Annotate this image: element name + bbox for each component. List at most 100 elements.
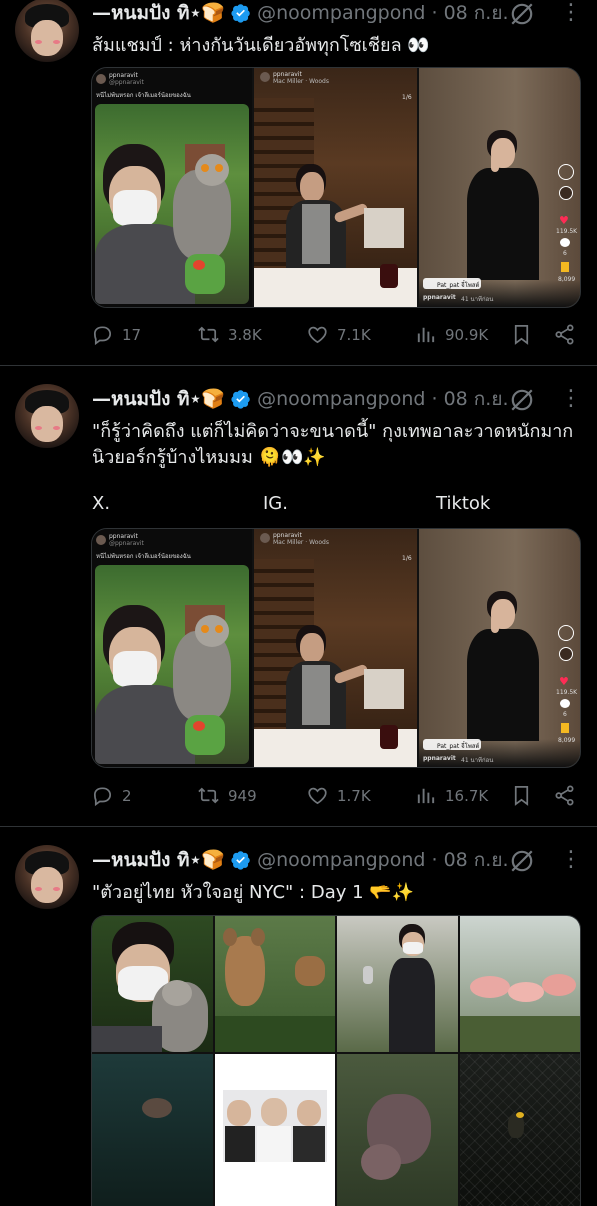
views-icon — [417, 788, 435, 804]
media-collage[interactable]: ppnaravit @ppnaravit หนีไม่พ้นหรอก เจ้าล… — [91, 528, 581, 768]
display-name[interactable]: —หนมปัง ทิ⋆🍞 — [92, 384, 225, 414]
tweet-text: "ตัวอยู่ไทย หัวใจอยู่ NYC" : Day 1 🫳✨ — [92, 882, 415, 903]
handle[interactable]: @noompangpond — [257, 849, 425, 871]
ig-user: ppnaravit — [273, 71, 302, 78]
tiktok-comments: 6 — [563, 250, 567, 257]
reply-count: 17 — [122, 325, 142, 344]
handle[interactable]: @noompangpond — [257, 388, 425, 410]
label-x: X. — [92, 493, 111, 514]
ig-counter: 1/6 — [402, 94, 412, 101]
reply-button[interactable]: 2 — [91, 784, 132, 807]
handle[interactable]: @noompangpond — [257, 2, 425, 24]
x-post-handle: @ppnaravit — [109, 79, 144, 86]
bookmark-button[interactable] — [510, 784, 541, 807]
photo-lemur[interactable] — [92, 916, 213, 1052]
x-post-user: ppnaravit — [109, 533, 138, 540]
photo-group[interactable] — [215, 1054, 335, 1206]
tweet-2[interactable]: —หนมปัง ทิ⋆🍞 @noompangpond · 08 ก.ย. ⋮ "… — [0, 366, 597, 826]
bookmark-icon — [514, 786, 529, 806]
reply-count: 2 — [122, 786, 132, 805]
grok-icon[interactable] — [509, 1, 535, 27]
tiktok-likes: 119.5K — [556, 228, 578, 235]
tiktok-heart-icon: ♥ — [559, 675, 569, 688]
tweet-text: ส้มแชมป์ : ห่างกันวันเดียวอัพทุกโซเชียล … — [92, 35, 430, 56]
label-tiktok: Tiktok — [436, 493, 491, 514]
more-options-icon[interactable]: ⋮ — [560, 386, 582, 411]
avatar[interactable] — [15, 0, 79, 62]
x-screenshot[interactable]: ppnaravit @ppnaravit หนีไม่พ้นหรอก เจ้าล… — [92, 68, 252, 307]
x-post-caption: หนีไม่พ้นหรอก เจ้าลีเมอร์น้อยของฉัน — [96, 92, 191, 99]
photo-water[interactable] — [92, 1054, 213, 1206]
post-date[interactable]: · 08 ก.ย. — [431, 845, 508, 875]
photo-flamingo[interactable] — [460, 916, 580, 1052]
views-count: 16.7K — [445, 786, 489, 805]
display-name[interactable]: —หนมปัง ทิ⋆🍞 — [92, 845, 225, 875]
views-button[interactable]: 90.9K — [414, 323, 488, 346]
tweet-1[interactable]: —หนมปัง ทิ⋆🍞 @noompangpond · 08 ก.ย. ⋮ ส… — [0, 0, 597, 365]
tiktok-screenshot[interactable]: ♥ 119.5K 6 8,099 Pat_pat จี๋โพสต์ ppnara… — [419, 529, 580, 767]
ig-screenshot[interactable]: ppnaravit Mac Miller · Woods 1/6 — [254, 68, 417, 307]
label-ig: IG. — [263, 493, 288, 514]
tiktok-screenshot[interactable]: ♥ 119.5K 6 8,099 Pat_pat จี๋โพสต์ ppnara… — [419, 68, 580, 307]
display-name[interactable]: —หนมปัง ทิ⋆🍞 — [92, 0, 225, 28]
bookmark-button[interactable] — [510, 323, 541, 346]
tiktok-likes: 119.5K — [556, 689, 578, 696]
heart-icon — [308, 326, 327, 344]
tiktok-tag: Pat_pat จี๋โพสต์ — [437, 282, 480, 289]
photo-man-walk[interactable] — [337, 916, 458, 1052]
grok-icon[interactable] — [509, 387, 535, 413]
reply-icon — [93, 787, 112, 807]
reply-icon — [93, 326, 112, 346]
like-button[interactable]: 1.7K — [306, 784, 371, 807]
more-options-icon[interactable]: ⋮ — [560, 847, 582, 872]
tweet-header: —หนมปัง ทิ⋆🍞 @noompangpond · 08 ก.ย. — [92, 846, 509, 874]
verified-badge-icon — [231, 851, 250, 870]
like-button[interactable]: 7.1K — [306, 323, 371, 346]
photo-deer[interactable] — [215, 916, 335, 1052]
photo-grid[interactable] — [91, 915, 581, 1206]
avatar[interactable] — [15, 384, 79, 448]
repost-count: 949 — [228, 786, 257, 805]
tiktok-user: ppnaravit — [423, 294, 456, 301]
tweet-text-line-2: นิวยอร์กรู้บ้างไหมมม 🫠👀✨ — [92, 447, 326, 468]
views-button[interactable]: 16.7K — [414, 784, 488, 807]
repost-icon — [198, 326, 219, 343]
tiktok-time: 41 นาทีก่อน — [461, 757, 494, 764]
x-screenshot[interactable]: ppnaravit @ppnaravit หนีไม่พ้นหรอก เจ้าล… — [92, 529, 252, 767]
tiktok-comments: 6 — [563, 711, 567, 718]
share-button[interactable] — [553, 784, 584, 807]
reply-button[interactable]: 17 — [91, 323, 141, 346]
more-options-icon[interactable]: ⋮ — [560, 0, 582, 25]
views-count: 90.9K — [445, 325, 489, 344]
post-date[interactable]: · 08 ก.ย. — [431, 0, 508, 28]
tiktok-saves: 8,099 — [558, 737, 576, 744]
ig-user: ppnaravit — [273, 532, 302, 539]
media-collage[interactable]: ppnaravit @ppnaravit หนีไม่พ้นหรอก เจ้าล… — [91, 67, 581, 308]
x-post-user: ppnaravit — [109, 72, 138, 79]
tiktok-user: ppnaravit — [423, 755, 456, 762]
avatar[interactable] — [15, 845, 79, 909]
heart-icon — [308, 787, 327, 805]
grok-icon[interactable] — [509, 848, 535, 874]
share-icon — [555, 324, 574, 345]
tweet-header: —หนมปัง ทิ⋆🍞 @noompangpond · 08 ก.ย. — [92, 385, 509, 413]
share-icon — [555, 785, 574, 806]
verified-badge-icon — [231, 4, 250, 23]
photo-hippo[interactable] — [337, 1054, 458, 1206]
post-date[interactable]: · 08 ก.ย. — [431, 384, 508, 414]
tweet-3[interactable]: —หนมปัง ทิ⋆🍞 @noompangpond · 08 ก.ย. ⋮ "… — [0, 827, 597, 1206]
photo-aviary[interactable] — [460, 1054, 580, 1206]
tiktok-time: 41 นาทีก่อน — [461, 296, 494, 303]
share-button[interactable] — [553, 323, 584, 346]
repost-button[interactable]: 3.8K — [197, 323, 262, 346]
tiktok-tag: Pat_pat จี๋โพสต์ — [437, 743, 480, 750]
repost-button[interactable]: 949 — [197, 784, 257, 807]
ig-screenshot[interactable]: ppnaravit Mac Miller · Woods 1/6 — [254, 529, 417, 767]
repost-count: 3.8K — [228, 325, 262, 344]
tweet-actions: 17 3.8K 7.1K 90.9K — [91, 323, 581, 351]
like-count: 7.1K — [337, 325, 371, 344]
ig-music: Mac Miller · Woods — [273, 78, 329, 85]
tweet-header: —หนมปัง ทิ⋆🍞 @noompangpond · 08 ก.ย. — [92, 0, 509, 27]
verified-badge-icon — [231, 390, 250, 409]
tiktok-saves: 8,099 — [558, 276, 576, 283]
